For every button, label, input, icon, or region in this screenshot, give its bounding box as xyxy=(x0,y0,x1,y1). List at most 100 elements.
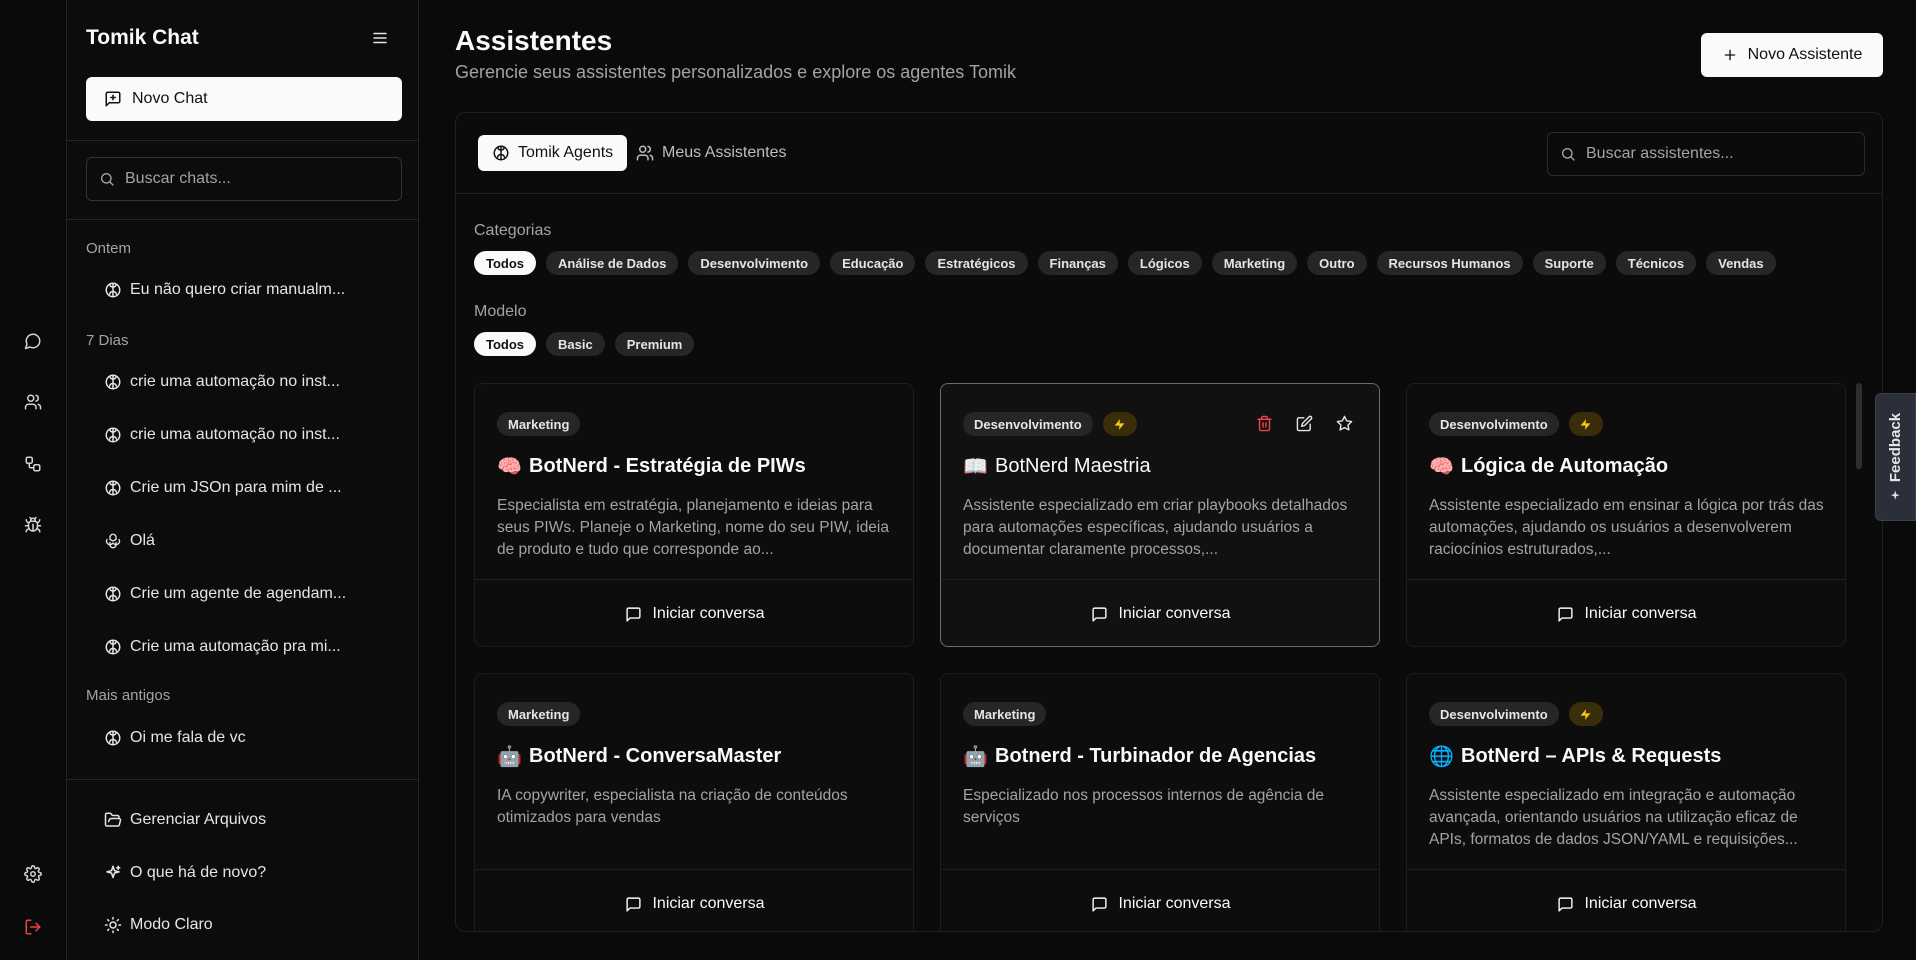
category-chip[interactable]: Recursos Humanos xyxy=(1376,251,1523,275)
card-badges: Marketing xyxy=(497,412,581,436)
category-chip[interactable]: Outro xyxy=(1307,251,1367,275)
message-square-icon xyxy=(1092,606,1108,622)
assistant-card[interactable]: Desenvolvimento 🌐 BotNerd – APIs & Reque… xyxy=(1406,673,1846,931)
model-chip[interactable]: Todos xyxy=(474,332,537,356)
category-chip[interactable]: Educação xyxy=(830,251,916,275)
star-icon xyxy=(1336,415,1352,431)
assistant-card[interactable]: Marketing 🧠 BotNerd - Estratégia de PIWs… xyxy=(474,383,914,647)
manage-files-link[interactable]: Gerenciar Arquivos xyxy=(104,802,394,838)
premium-badge xyxy=(1568,702,1603,726)
model-chip[interactable]: Basic xyxy=(546,332,605,356)
assistant-search-input[interactable] xyxy=(1586,145,1856,163)
chat-history-item[interactable]: crie uma automação no inst... xyxy=(104,364,394,400)
category-chip[interactable]: Técnicos xyxy=(1615,251,1697,275)
start-conversation-button[interactable]: Iniciar conversa xyxy=(475,579,913,646)
chat-history-item[interactable]: Eu não quero criar manualm... xyxy=(104,272,394,308)
assistant-search-field[interactable] xyxy=(1547,132,1865,176)
search-icon xyxy=(1562,148,1575,161)
start-conversation-button[interactable]: Iniciar conversa xyxy=(941,869,1379,931)
chat-history-title: crie uma automação no inst... xyxy=(130,426,340,443)
whats-new-link[interactable]: O que há de novo? xyxy=(104,855,394,891)
chat-history-item[interactable]: crie uma automação no inst... xyxy=(104,417,394,453)
category-chip[interactable]: Finanças xyxy=(1037,251,1118,275)
card-emoji: 🤖 xyxy=(963,746,988,768)
feedback-label: Feedback xyxy=(1887,412,1905,482)
zap-icon xyxy=(1114,418,1125,430)
chat-history-title: crie uma automação no inst... xyxy=(130,373,340,390)
card-emoji: 🤖 xyxy=(497,746,522,768)
card-title: 🧠 BotNerd - Estratégia de PIWs xyxy=(497,454,806,479)
category-chip[interactable]: Estratégicos xyxy=(925,251,1028,275)
start-conversation-button[interactable]: Iniciar conversa xyxy=(1407,869,1845,931)
assistant-card[interactable]: Desenvolvimento 🧠 Lógica de Automação As… xyxy=(1406,383,1846,647)
settings-nav-button[interactable] xyxy=(13,854,53,894)
chat-search-field[interactable] xyxy=(86,157,402,201)
category-chip[interactable]: Suporte xyxy=(1532,251,1606,275)
app: Tomik Chat Novo Chat Ontem Eu não quero … xyxy=(0,0,1916,960)
category-chip[interactable]: Todos xyxy=(474,251,537,275)
users-icon xyxy=(636,145,654,161)
edit-button[interactable] xyxy=(1293,412,1315,434)
card-description: Especialista em estratégia, planejamento… xyxy=(497,497,889,558)
sidebar-divider xyxy=(67,140,419,141)
chat-history-item[interactable]: Olá xyxy=(104,523,394,559)
delete-button[interactable] xyxy=(1253,412,1275,434)
page-subtitle: Gerencie seus assistentes personalizados… xyxy=(455,62,1016,82)
logout-button[interactable] xyxy=(13,907,53,947)
page-title: Assistentes xyxy=(455,25,613,56)
assistants-panel: Tomik Agents Meus Assistentes Categorias… xyxy=(455,112,1883,932)
openai-icon xyxy=(105,533,121,549)
light-mode-toggle[interactable]: Modo Claro xyxy=(104,907,394,943)
card-emoji: 🧠 xyxy=(497,456,522,478)
workflow-icon xyxy=(25,456,41,472)
feedback-button[interactable]: Feedback xyxy=(1875,393,1916,521)
sidebar-toggle-button[interactable] xyxy=(367,26,393,50)
group-label-mais-antigos: Mais antigos xyxy=(86,687,171,704)
scrollbar-thumb[interactable] xyxy=(1856,383,1862,469)
zap-icon xyxy=(1580,708,1591,720)
chat-nav-button[interactable] xyxy=(13,321,53,361)
chat-history-item[interactable]: Crie uma automação pra mi... xyxy=(104,629,394,665)
workflow-nav-button[interactable] xyxy=(13,444,53,484)
favorite-button[interactable] xyxy=(1333,412,1355,434)
folder-open-icon xyxy=(104,812,122,827)
new-assistant-label: Novo Assistente xyxy=(1747,46,1863,63)
brain-icon xyxy=(105,374,121,390)
sidebar-divider xyxy=(67,779,419,780)
start-conversation-button[interactable]: Iniciar conversa xyxy=(1407,579,1845,646)
sun-icon xyxy=(104,916,122,934)
brain-icon xyxy=(105,639,121,655)
assistant-card[interactable]: Desenvolvimento 📖 BotNerd Maestria Assis… xyxy=(940,383,1380,647)
users-nav-button[interactable] xyxy=(13,382,53,422)
assistant-card[interactable]: Marketing 🤖 BotNerd - ConversaMaster IA … xyxy=(474,673,914,931)
debug-nav-button[interactable] xyxy=(13,505,53,545)
card-badges: Desenvolvimento xyxy=(1429,702,1603,726)
users-icon xyxy=(24,394,42,410)
start-conversation-button[interactable]: Iniciar conversa xyxy=(941,579,1379,646)
start-conversation-label: Iniciar conversa xyxy=(1118,605,1231,622)
category-chip[interactable]: Desenvolvimento xyxy=(688,251,821,275)
model-chip[interactable]: Premium xyxy=(614,332,695,356)
assistant-card[interactable]: Marketing 🤖 Botnerd - Turbinador de Agen… xyxy=(940,673,1380,931)
plus-icon xyxy=(1724,49,1735,61)
tab-tomik-agents[interactable]: Tomik Agents xyxy=(478,135,628,171)
card-emoji: 🧠 xyxy=(1429,456,1454,478)
chat-search-input[interactable] xyxy=(125,170,385,188)
chat-history-item[interactable]: Crie um agente de agendam... xyxy=(104,576,394,612)
category-chip[interactable]: Análise de Dados xyxy=(546,251,679,275)
new-chat-button[interactable]: Novo Chat xyxy=(86,77,402,121)
category-chip[interactable]: Lógicos xyxy=(1127,251,1202,275)
brain-icon xyxy=(105,480,121,496)
tab-meus-assistentes[interactable]: Meus Assistentes xyxy=(622,135,801,171)
message-circle-icon xyxy=(24,333,41,350)
start-conversation-button[interactable]: Iniciar conversa xyxy=(475,869,913,931)
card-title: 📖 BotNerd Maestria xyxy=(963,454,1151,479)
start-conversation-label: Iniciar conversa xyxy=(1584,605,1697,622)
zap-icon xyxy=(1580,418,1591,430)
chat-history-item[interactable]: Crie um JSOn para mim de ... xyxy=(104,470,394,506)
chat-history-item[interactable]: Oi me fala de vc xyxy=(104,720,394,756)
gear-icon xyxy=(24,865,42,883)
new-assistant-button[interactable]: Novo Assistente xyxy=(1701,33,1883,77)
category-chip[interactable]: Vendas xyxy=(1706,251,1776,275)
category-chip[interactable]: Marketing xyxy=(1211,251,1298,275)
